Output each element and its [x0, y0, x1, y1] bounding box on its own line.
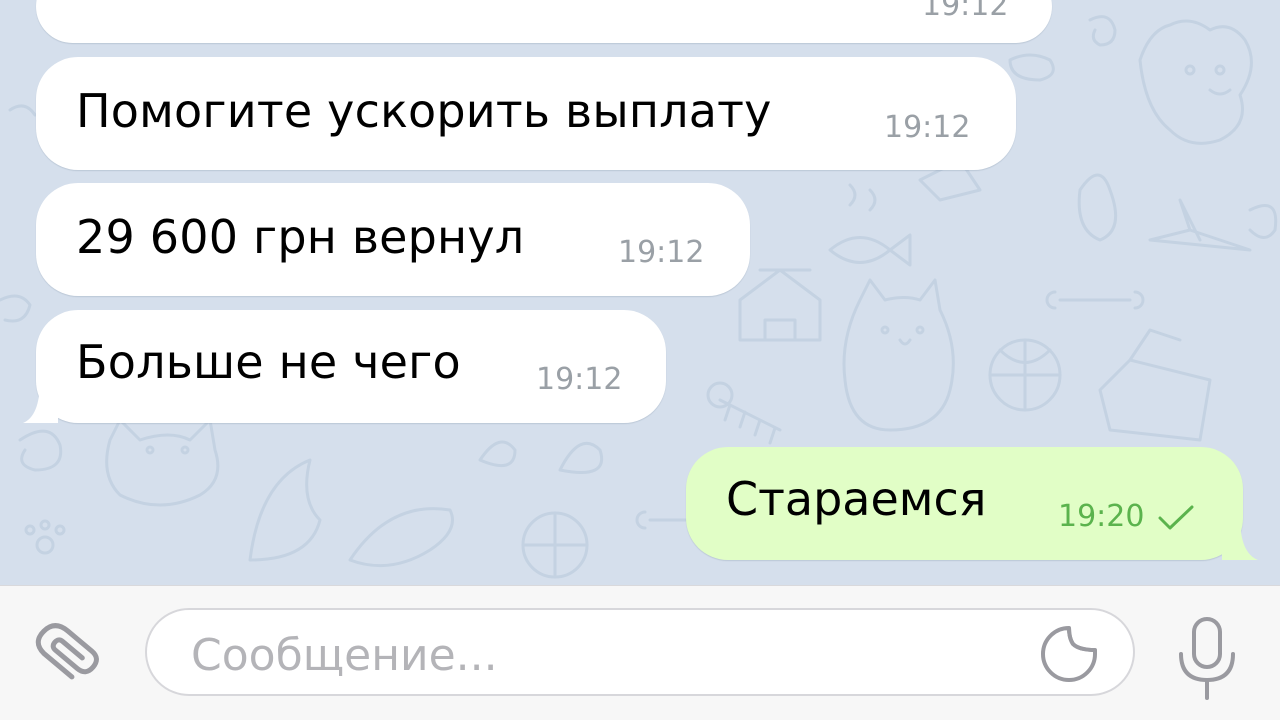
message-text: Помогите ускорить выплату — [76, 84, 772, 138]
message-bubble[interactable]: Больше не чего 19:12 — [36, 310, 666, 423]
message-text: 29 600 грн вернул — [76, 210, 525, 264]
checkmark-icon — [1158, 505, 1194, 530]
chat-area[interactable]: 19:12 Помогите ускорить выплату 19:12 29… — [0, 0, 1280, 585]
message-bubble-outgoing[interactable]: Стараемся 19:20 — [686, 447, 1243, 560]
attach-button[interactable] — [30, 619, 110, 691]
voice-message-button[interactable] — [1175, 616, 1239, 702]
sticker-icon — [1041, 626, 1097, 682]
message-text: Стараемся — [726, 472, 987, 526]
message-text: Больше не чего — [76, 335, 461, 389]
message-time: 19:12 — [536, 362, 623, 397]
sticker-button[interactable] — [1039, 624, 1099, 684]
bubble-tail — [23, 380, 58, 423]
message-composer: Сообщение... — [0, 585, 1280, 720]
message-bubble[interactable]: Помогите ускорить выплату 19:12 — [36, 57, 1016, 170]
bubble-tail-outgoing — [1222, 517, 1258, 560]
message-bubble[interactable]: 19:12 — [36, 0, 1052, 43]
message-input-placeholder: Сообщение... — [191, 630, 498, 681]
message-time: 19:12 — [884, 110, 971, 145]
message-bubble[interactable]: 29 600 грн вернул 19:12 — [36, 183, 750, 296]
microphone-icon — [1179, 617, 1235, 700]
message-time: 19:20 — [1058, 499, 1145, 534]
message-time: 19:12 — [618, 235, 705, 270]
message-input[interactable]: Сообщение... — [145, 608, 1135, 696]
message-time: 19:12 — [922, 0, 1009, 23]
paperclip-icon — [35, 623, 99, 680]
